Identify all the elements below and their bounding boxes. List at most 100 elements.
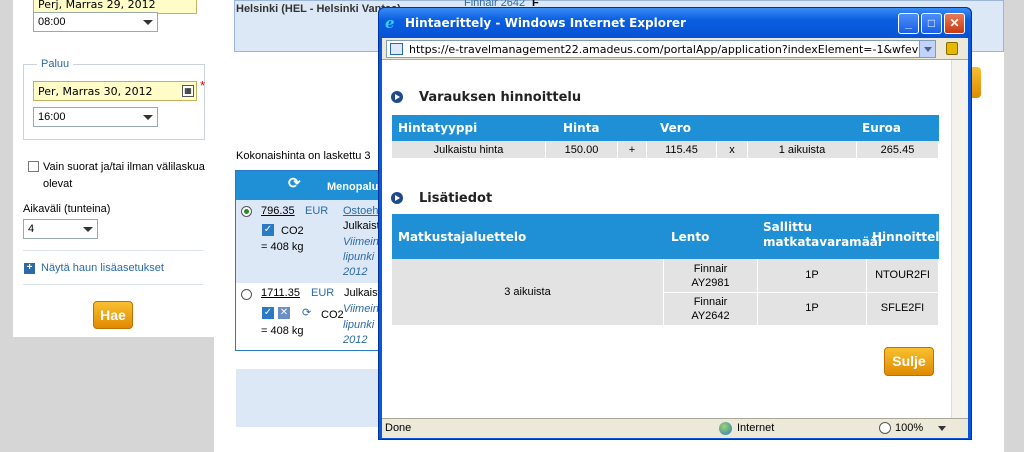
chevron-down-icon (143, 115, 153, 120)
depart-date-text: Perj, Marras 29, 2012 (38, 0, 156, 11)
close-icon: ✕ (278, 307, 290, 319)
page-icon (390, 43, 403, 55)
chevron-down-icon[interactable] (938, 426, 946, 431)
baggage-cell: 1P (758, 293, 867, 326)
url-text: https://e-travelmanagement22.amadeus.com… (409, 43, 936, 56)
plus-icon[interactable]: + (24, 263, 35, 274)
return-group (23, 64, 205, 140)
search-button[interactable]: Hae (93, 301, 133, 329)
window-title: Hintaerittely - Windows Internet Explore… (405, 16, 686, 30)
flight-airline: Finnair (693, 263, 728, 275)
radio-selected[interactable] (241, 206, 252, 217)
url-field[interactable]: https://e-travelmanagement22.amadeus.com… (386, 40, 936, 58)
co2-label: CO2 (281, 225, 304, 237)
total-price-text: Kokonaishinta on laskettu 3 (236, 150, 371, 162)
flight-number: AY2642 (691, 310, 730, 322)
result-price: 1711.35 (261, 287, 300, 299)
info-box (236, 369, 381, 427)
depart-time-select[interactable]: 08:00 (33, 12, 158, 32)
details-table-header: Matkustajaluettelo Lento Sallittu matkat… (392, 214, 939, 259)
co2-label: CO2 (321, 309, 344, 321)
result-currency: EUR (305, 205, 329, 217)
more-options-link[interactable]: Näytä haun lisäasetukset (41, 262, 164, 274)
co2-value: = 408 kg (261, 325, 304, 337)
tax-cell: 115.45 (647, 141, 717, 159)
interval-label: Aikaväli (tunteina) (23, 203, 111, 215)
result-currency: EUR (311, 287, 335, 299)
address-bar: https://e-travelmanagement22.amadeus.com… (382, 38, 968, 60)
status-bar: Done Internet 100% (382, 418, 968, 438)
ie-icon: e (385, 14, 395, 32)
fare-type-cell: Julkaistu hinta (392, 141, 546, 159)
page-scrollbar (1004, 0, 1024, 452)
price-cell: 150.00 (546, 141, 618, 159)
checkmark-icon: ✓ (262, 224, 274, 236)
section-arrow-icon (391, 91, 403, 103)
chevron-down-icon[interactable] (919, 41, 935, 57)
globe-icon (719, 422, 732, 435)
col-passengers: Matkustajaluettelo (398, 230, 527, 244)
minimize-button[interactable]: _ (898, 13, 919, 34)
status-text: Done (385, 422, 412, 434)
col-flight: Lento (671, 230, 710, 244)
scrollbar[interactable] (951, 60, 968, 418)
baggage-cell: 1P (758, 259, 867, 293)
times-cell: x (717, 141, 748, 159)
title-bar[interactable]: e Hintaerittely - Windows Internet Explo… (379, 8, 971, 38)
required-marker: * (200, 78, 206, 93)
ticketing-deadline: 2012 (343, 334, 368, 346)
flight-airline: Finnair (693, 296, 728, 308)
col-tax: Vero (660, 121, 691, 135)
total-cell: 265.45 (857, 141, 939, 159)
price-breakdown-window: e Hintaerittely - Windows Internet Explo… (378, 7, 972, 440)
flight-cell: Finnair AY2981 (664, 259, 758, 293)
outbound-header: Menopalu (327, 181, 379, 193)
divider (23, 284, 203, 285)
zoom-icon[interactable] (879, 422, 891, 434)
fare-basis-cell: NTOUR2FI (867, 259, 939, 293)
divider (23, 250, 203, 251)
zone-text: Internet (737, 422, 775, 434)
direct-flights-label: Vain suorat ja/tai ilman välilaskua olev… (43, 161, 205, 190)
chevron-down-icon (83, 227, 93, 232)
interval-value: 4 (28, 223, 35, 235)
close-button[interactable]: Sulje (884, 347, 934, 376)
return-time-text: 16:00 (38, 111, 66, 123)
background-button-partial (971, 67, 981, 98)
passengers-cell: 3 aikuista (392, 259, 664, 326)
ticketing-deadline: lipunki (343, 319, 375, 331)
pricing-table-header: Hintatyyppi Hinta Vero Euroa (392, 115, 939, 141)
flight-number: AY2981 (691, 277, 730, 289)
conditions-link[interactable]: Ostoeh (343, 205, 378, 217)
refresh-icon[interactable]: ⟳ (288, 174, 301, 192)
chevron-down-icon (143, 20, 153, 25)
col-euros: Euroa (862, 121, 901, 135)
ticketing-deadline: Viimein (343, 303, 379, 315)
pricing-heading: Varauksen hinnoittelu (419, 90, 582, 105)
return-time-select[interactable]: 16:00 (33, 107, 158, 127)
return-date-field[interactable]: Per, Marras 30, 2012 ▦ (33, 81, 197, 101)
route-text: Helsinki (HEL - Helsinki Vantaa) (236, 3, 401, 15)
col-price: Hinta (563, 121, 600, 135)
return-date-text: Per, Marras 30, 2012 (38, 85, 153, 98)
flight-cell: Finnair AY2642 (664, 293, 758, 326)
result-price: 796.35 (261, 205, 295, 217)
lock-icon[interactable] (946, 42, 958, 55)
col-fare-basis: Hinnoittelu (872, 230, 939, 244)
search-panel: Perj, Marras 29, 2012 08:00 Paluu Per, M… (13, 0, 214, 337)
checkmark-icon: ✓ (262, 307, 274, 319)
calendar-icon[interactable]: ▦ (182, 85, 194, 97)
interval-select[interactable]: 4 (23, 219, 98, 239)
close-window-button[interactable]: ✕ (944, 13, 965, 34)
maximize-button[interactable]: □ (921, 13, 942, 34)
section-arrow-icon (391, 192, 403, 204)
zoom-level[interactable]: 100% (895, 422, 923, 434)
plus-cell: + (618, 141, 647, 159)
col-fare-type: Hintatyyppi (398, 121, 478, 135)
details-heading: Lisätiedot (419, 191, 493, 206)
radio-unselected[interactable] (241, 289, 252, 300)
fare-basis-cell: SFLE2FI (867, 293, 939, 326)
direct-flights-checkbox[interactable] (28, 161, 39, 172)
ticketing-deadline: 2012 (343, 266, 368, 278)
depart-time-text: 08:00 (38, 16, 66, 28)
